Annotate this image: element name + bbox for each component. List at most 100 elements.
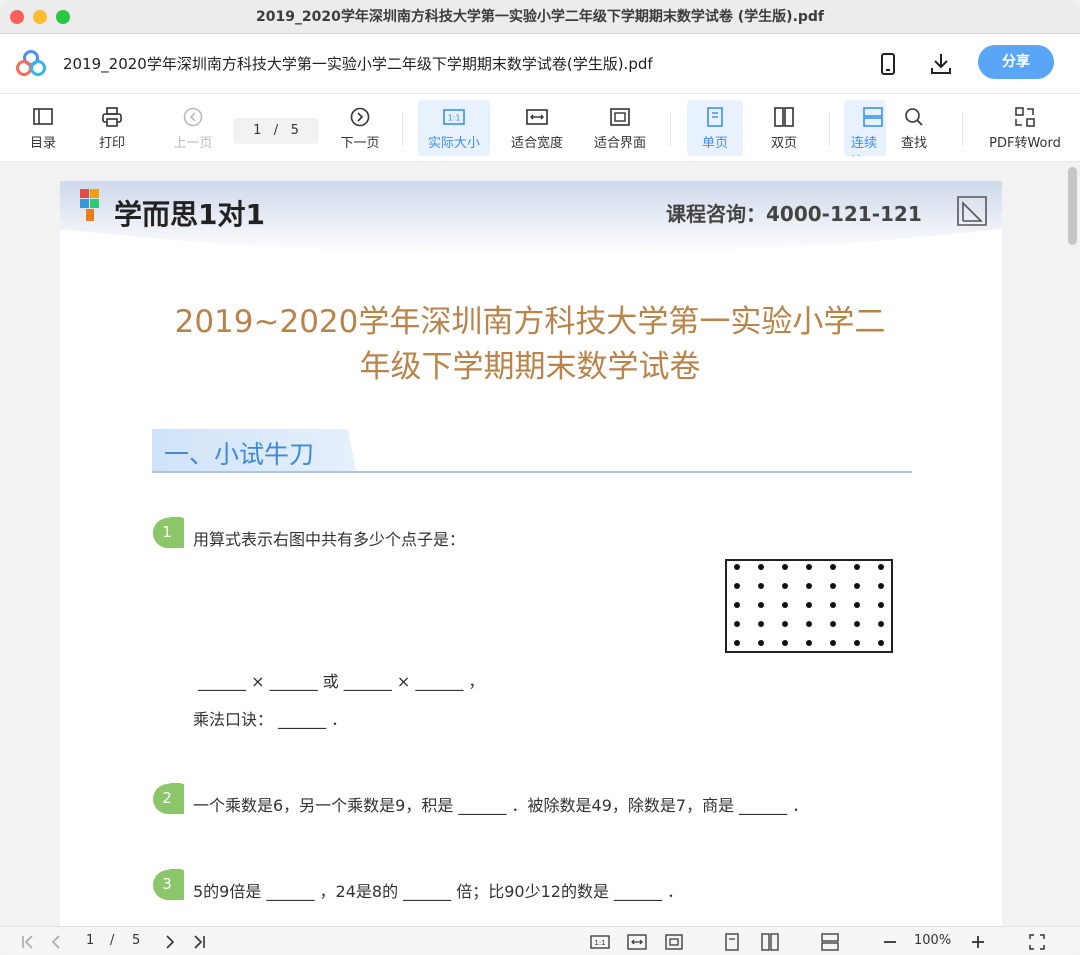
app-header: 2019_2020学年深圳南方科技大学第一实验小学二年级下学期期末数学试卷(学生…	[0, 34, 1080, 94]
grid-dot	[758, 640, 764, 646]
double-page-small-icon[interactable]	[760, 932, 780, 952]
grid-dot	[758, 621, 764, 627]
question-1-text: 用算式表示右图中共有多少个点子是：	[193, 530, 466, 549]
grid-dot	[806, 602, 812, 608]
grid-dot	[806, 621, 812, 627]
print-button[interactable]: 打印	[84, 100, 140, 156]
single-page-icon	[707, 107, 723, 127]
single-page-button[interactable]: 单页	[687, 100, 743, 156]
fit-width-icon	[526, 109, 548, 125]
zoom-in-icon[interactable]	[968, 932, 988, 952]
actual-size-button[interactable]: 1:1 实际大小	[418, 100, 490, 156]
grid-dot	[734, 583, 740, 589]
pdf-viewer-window: 2019_2020学年深圳南方科技大学第一实验小学二年级下学期期末数学试卷 (学…	[0, 0, 1080, 955]
toolbar-divider	[829, 112, 830, 146]
print-icon	[102, 107, 122, 127]
actual-size-small-icon[interactable]: 1:1	[590, 932, 610, 952]
double-page-icon	[774, 107, 794, 127]
prev-page-icon	[183, 107, 203, 127]
grid-dot	[806, 583, 812, 589]
continuous-scroll-button[interactable]: 连续滚	[844, 100, 886, 156]
fit-page-button[interactable]: 适合界面	[586, 100, 654, 156]
continuous-label: 连续滚	[851, 136, 878, 156]
zoom-level[interactable]: 100%	[914, 933, 951, 948]
page-total: 5	[290, 123, 299, 138]
continuous-small-icon[interactable]	[820, 932, 840, 952]
grid-dot	[830, 583, 836, 589]
section-heading: 一、小试牛刀	[152, 429, 912, 475]
question-1-answer-line: ______ × ______ 或 ______ × ______ ，	[198, 672, 485, 691]
fullscreen-icon[interactable]	[1027, 932, 1047, 952]
grid-dot	[734, 564, 740, 570]
grid-dot	[758, 564, 764, 570]
fit-width-label: 适合宽度	[510, 136, 563, 151]
next-page-label: 下一页	[340, 136, 380, 151]
status-page-total: 5	[132, 933, 141, 948]
fit-page-icon	[610, 108, 630, 126]
pdf-to-word-label: PDF转Word	[989, 136, 1061, 151]
grid-dot	[878, 564, 884, 570]
exam-title-line-1: 2019~2020学年深圳南方科技大学第一实验小学二	[174, 304, 886, 340]
status-page-current[interactable]: 1	[86, 933, 94, 948]
close-window-button[interactable]	[10, 10, 24, 24]
status-bar: 1 / 5 1:1 100%	[0, 926, 1080, 955]
print-label: 打印	[98, 136, 125, 151]
next-page-small-icon[interactable]	[160, 932, 180, 952]
last-page-icon[interactable]	[189, 932, 209, 952]
consult-hotline: 课程咨询：4000-121-121	[666, 202, 922, 226]
grid-dot	[782, 640, 788, 646]
fit-page-label: 适合界面	[593, 136, 646, 151]
continuous-icon	[863, 107, 883, 127]
app-logo-icon	[16, 50, 46, 76]
prev-page-button[interactable]: 上一页	[164, 100, 222, 156]
prev-page-small-icon[interactable]	[46, 932, 66, 952]
share-button[interactable]: 分享	[978, 45, 1054, 79]
grid-dot	[878, 640, 884, 646]
vertical-scrollbar[interactable]	[1066, 163, 1080, 926]
pdf-to-word-icon	[1015, 107, 1035, 127]
single-page-small-icon[interactable]	[722, 932, 742, 952]
phone-icon[interactable]	[874, 50, 902, 78]
page-separator: /	[273, 123, 279, 138]
grid-dot	[734, 621, 740, 627]
grid-dot	[734, 602, 740, 608]
find-button[interactable]: 查找	[888, 100, 940, 156]
minimize-window-button[interactable]	[33, 10, 47, 24]
question-1-number: 1	[162, 523, 172, 541]
grid-dot	[878, 602, 884, 608]
actual-size-label: 实际大小	[427, 136, 480, 151]
grid-dot	[782, 583, 788, 589]
document-title: 2019_2020学年深圳南方科技大学第一实验小学二年级下学期期末数学试卷(学生…	[63, 55, 653, 73]
pdf-to-word-button[interactable]: PDF转Word	[982, 100, 1068, 156]
fit-width-small-icon[interactable]	[627, 932, 647, 952]
double-page-label: 双页	[770, 136, 797, 151]
grid-dot	[782, 621, 788, 627]
toc-label: 目录	[29, 136, 56, 151]
next-page-button[interactable]: 下一页	[331, 100, 389, 156]
fit-page-small-icon[interactable]	[664, 932, 684, 952]
toolbar-divider	[402, 112, 403, 146]
grid-dot	[854, 564, 860, 570]
search-icon	[905, 108, 923, 126]
scrollbar-thumb[interactable]	[1068, 167, 1077, 245]
grid-dot	[854, 602, 860, 608]
grid-dot	[830, 621, 836, 627]
double-page-button[interactable]: 双页	[756, 100, 812, 156]
page-current: 1	[253, 123, 262, 138]
first-page-icon[interactable]	[18, 932, 38, 952]
page-number-input[interactable]: 1 / 5	[233, 118, 319, 144]
toc-button[interactable]: 目录	[14, 100, 72, 156]
toolbar: 目录 打印 上一页 1 / 5 下一页 1:1 实际大小 适合宽度 适合界面 单…	[0, 94, 1080, 162]
brand-logo-text: 学而思1对1	[114, 198, 265, 231]
document-viewport[interactable]: 学而思1对1 课程咨询：4000-121-121 2019~2020学年深圳南方…	[0, 163, 1080, 926]
download-icon[interactable]	[927, 50, 955, 78]
grid-dot	[878, 583, 884, 589]
zoom-window-button[interactable]	[56, 10, 70, 24]
fit-width-button[interactable]: 适合宽度	[503, 100, 571, 156]
grid-dot	[854, 621, 860, 627]
window-title: 2019_2020学年深圳南方科技大学第一实验小学二年级下学期期末数学试卷 (学…	[255, 9, 825, 25]
toolbar-divider	[670, 112, 671, 146]
zoom-out-icon[interactable]	[880, 932, 900, 952]
grid-dot	[734, 640, 740, 646]
question-3-text: 5的9倍是 ______ ，24是8的 ______ 倍；比90少12的数是 _…	[193, 882, 684, 901]
